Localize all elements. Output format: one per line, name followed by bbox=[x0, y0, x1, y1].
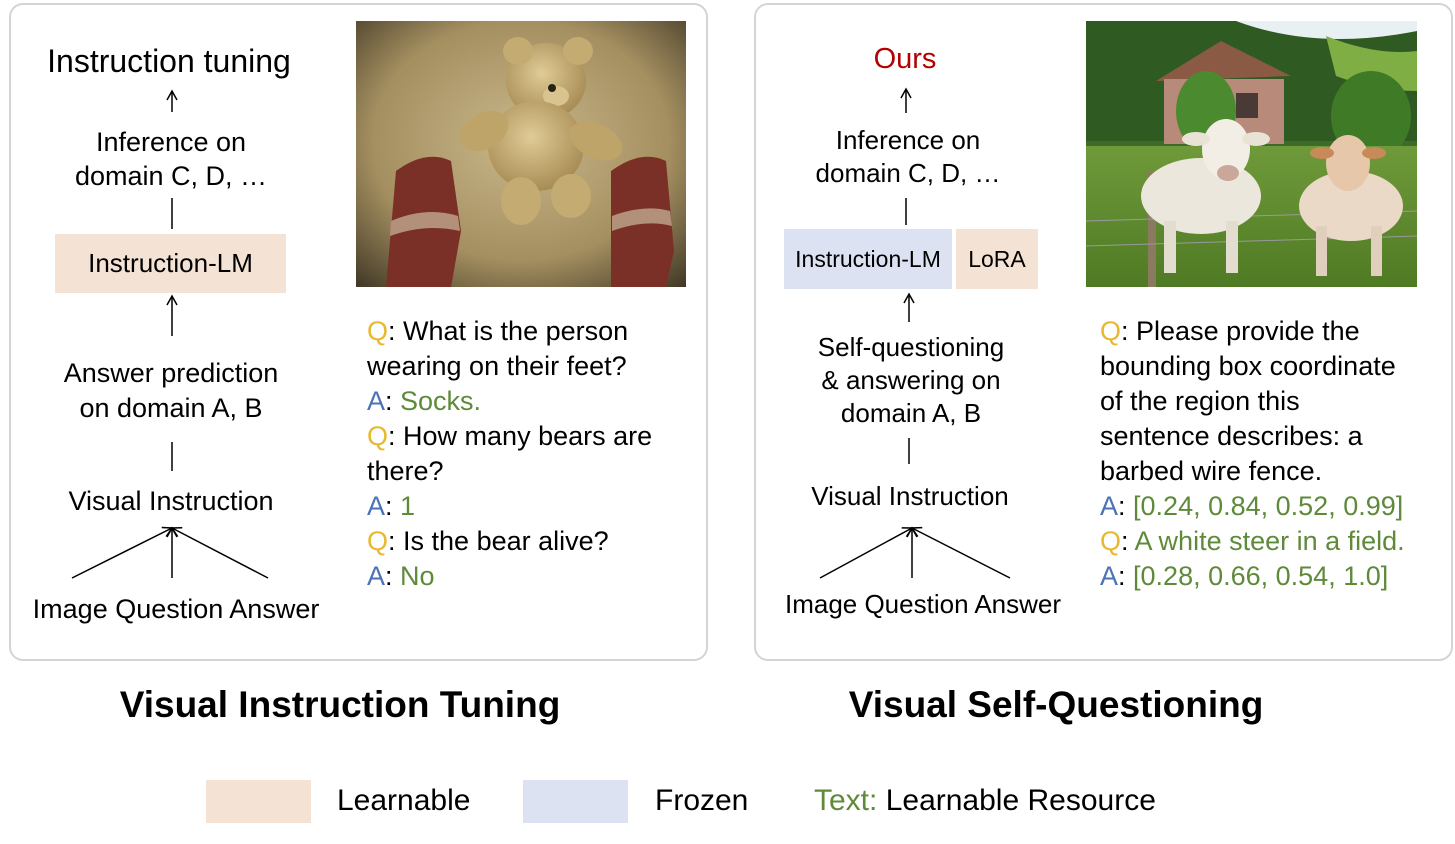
question-text: of the region this bbox=[1100, 386, 1300, 416]
right-qa-line-6: A: [0.24, 0.84, 0.52, 0.99] bbox=[1100, 491, 1404, 521]
learnable-resource-label: Learnable Resource bbox=[885, 784, 1156, 817]
right-qa-line-5: barbed wire fence. bbox=[1100, 454, 1405, 489]
question-marker: Q bbox=[1100, 526, 1122, 556]
right-qa-line-7: Q: A white steer in a field. bbox=[1100, 526, 1405, 556]
right-qa-line-4: sentence describes: a bbox=[1100, 419, 1405, 454]
cattle-field-photo bbox=[1086, 21, 1417, 287]
right-qa-line-2: bounding box coordinate bbox=[1100, 349, 1405, 384]
right-qa-line-1: Q: Please provide the bbox=[1100, 316, 1360, 346]
frozen-swatch bbox=[523, 780, 628, 823]
question-text: sentence describes: a bbox=[1100, 421, 1363, 451]
visual-self-questioning-caption: Visual Self-Questioning bbox=[848, 684, 1264, 725]
text-legend-prefix: Text: bbox=[814, 784, 878, 817]
answer-text: [0.28, 0.66, 0.54, 1.0] bbox=[1133, 561, 1389, 591]
right-qa-line-8: A: [0.28, 0.66, 0.54, 1.0] bbox=[1100, 561, 1389, 591]
answer-marker: A bbox=[1100, 561, 1119, 591]
frozen-legend-label: Frozen bbox=[655, 784, 749, 817]
answer-text: [0.24, 0.84, 0.52, 0.99] bbox=[1133, 491, 1404, 521]
question-text: barbed wire fence. bbox=[1100, 456, 1323, 486]
right-qa-list: Q: Please provide the bounding box coord… bbox=[1100, 314, 1405, 594]
question-text: Please provide the bbox=[1136, 316, 1360, 346]
learnable-legend-label: Learnable bbox=[337, 784, 471, 817]
answer-marker: A bbox=[1100, 491, 1119, 521]
learnable-swatch bbox=[206, 780, 311, 823]
question-text: bounding box coordinate bbox=[1100, 351, 1396, 381]
right-qa-line-3: of the region this bbox=[1100, 384, 1405, 419]
question-marker: Q bbox=[1100, 316, 1122, 346]
learnable-resource-legend: Text: Learnable Resource bbox=[814, 784, 1156, 818]
visual-instruction-tuning-caption: Visual Instruction Tuning bbox=[119, 684, 561, 725]
answer-text: A white steer in a field. bbox=[1134, 526, 1405, 556]
